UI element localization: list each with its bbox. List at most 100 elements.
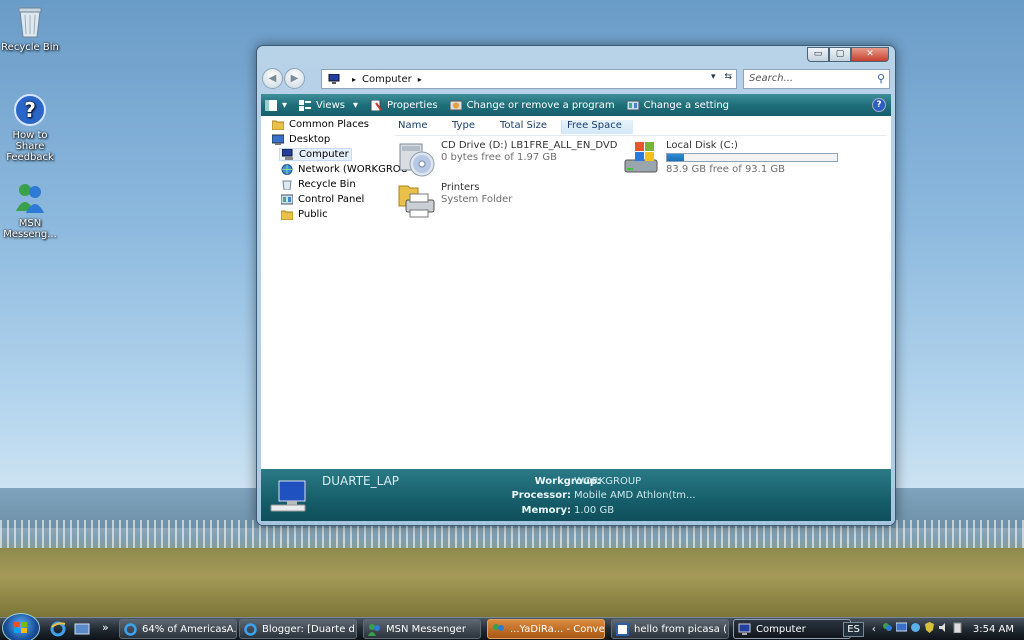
change-remove-program-button[interactable]: Change or remove a program <box>449 99 615 111</box>
organize-icon <box>265 99 277 111</box>
desktop-icon-recycle-bin[interactable]: Recycle Bin <box>0 4 60 53</box>
content-area: Common Places Desktop Computer Network (… <box>261 116 891 469</box>
taskbar-button-computer[interactable]: Computer <box>733 619 851 639</box>
list-item-local-disk[interactable]: Local Disk (C:) 83.9 GB free of 93.1 GB <box>623 140 838 178</box>
nav-item-computer[interactable]: Computer <box>279 148 352 161</box>
views-button[interactable]: Views ▾ <box>299 99 358 111</box>
battery-icon[interactable] <box>952 622 963 636</box>
taskbar-button-conversation[interactable]: ...YaDiRa... - Conve... <box>487 619 605 639</box>
change-remove-program-label: Change or remove a program <box>466 99 615 111</box>
taskbar-button-label: ...YaDiRa... - Conve... <box>510 623 605 635</box>
taskbar-button-label: 64% of AmericasA... <box>142 623 237 635</box>
ie-icon <box>124 622 137 636</box>
help-button[interactable]: ? <box>872 98 886 112</box>
start-button[interactable] <box>2 613 40 640</box>
search-placeholder: Search... <box>749 73 794 84</box>
change-setting-button[interactable]: Change a setting <box>626 100 729 111</box>
quicklaunch-chevron[interactable]: » <box>102 621 109 634</box>
desktop-icon-msn[interactable]: MSN Messeng... <box>0 180 60 240</box>
volume-icon[interactable] <box>938 622 949 636</box>
item-subtitle: 83.9 GB free of 93.1 GB <box>666 164 785 175</box>
column-header-free-space[interactable]: Free Space <box>561 120 633 134</box>
security-tray-icon[interactable] <box>924 622 935 636</box>
maximize-button[interactable]: ▢ <box>829 47 851 62</box>
views-icon <box>299 99 312 111</box>
local-disk-icon <box>623 140 661 178</box>
show-desktop-icon[interactable] <box>74 621 90 637</box>
desktop-icon <box>271 134 285 145</box>
cd-drive-icon <box>398 140 436 178</box>
svg-text:?: ? <box>24 98 36 122</box>
list-item-printers[interactable]: Printers System Folder <box>398 182 512 220</box>
taskbar-button-blogger[interactable]: Blogger: [Duarte d... <box>239 619 357 639</box>
explorer-window: ▭ ▢ ✕ ◀ ▶ ▸ Computer ▸ ▾ ⇆ Search... ⚲ ▾ <box>256 45 896 526</box>
navigation-bar: ◀ ▶ ▸ Computer ▸ ▾ ⇆ Search... ⚲ <box>262 68 890 90</box>
system-tray: ES ‹ 3:54 AM <box>843 619 1024 639</box>
close-button[interactable]: ✕ <box>851 47 889 62</box>
taskbar-button-americas[interactable]: 64% of AmericasA... <box>119 619 237 639</box>
workgroup-value: WORKGROUP <box>574 476 642 487</box>
computer-icon <box>269 477 311 518</box>
ie-quicklaunch-icon[interactable] <box>50 621 66 637</box>
language-indicator[interactable]: ES <box>843 621 864 637</box>
breadcrumb-separator[interactable]: ▸ <box>418 75 422 84</box>
column-divider <box>395 135 887 136</box>
breadcrumb-separator[interactable]: ▸ <box>352 75 356 84</box>
taskbar: » 64% of AmericasA... Blogger: [Duarte d… <box>0 613 1024 640</box>
picasa-icon <box>616 622 629 636</box>
column-header-total-size[interactable]: Total Size <box>500 120 547 134</box>
properties-icon <box>370 99 382 111</box>
folder-icon <box>280 209 294 221</box>
nav-item-public[interactable]: Public <box>280 209 328 221</box>
nav-item-common-places[interactable]: Common Places <box>271 119 369 131</box>
nav-item-desktop[interactable]: Desktop <box>271 134 331 145</box>
show-hidden-icons-arrow[interactable]: ‹ <box>872 624 876 635</box>
nav-item-label: Desktop <box>289 134 331 145</box>
search-icon[interactable]: ⚲ <box>877 72 885 85</box>
views-label: Views <box>316 99 345 111</box>
address-dropdown-button[interactable]: ▾ <box>711 72 716 82</box>
msn-conversation-icon <box>492 623 505 636</box>
nav-item-label: Network (WORKGROU <box>298 164 408 175</box>
taskbar-button-label: MSN Messenger <box>386 623 466 635</box>
desktop-icon-label: Recycle Bin <box>1 42 59 53</box>
nav-item-recycle-bin[interactable]: Recycle Bin <box>281 179 356 191</box>
msn-tray-icon[interactable] <box>882 622 893 636</box>
caption-buttons: ▭ ▢ ✕ <box>807 47 889 62</box>
taskbar-button-label: Computer <box>756 623 806 635</box>
refresh-button[interactable]: ⇆ <box>724 72 732 82</box>
address-bar[interactable]: ▸ Computer ▸ ▾ ⇆ <box>321 69 737 89</box>
control-panel-icon <box>626 100 640 111</box>
nav-item-network[interactable]: Network (WORKGROU <box>281 164 408 175</box>
nav-item-label: Recycle Bin <box>298 179 356 190</box>
forward-button[interactable]: ▶ <box>284 68 305 89</box>
msn-messenger-icon <box>368 623 381 636</box>
list-item-cd-drive[interactable]: CD Drive (D:) LB1FRE_ALL_EN_DVD 0 bytes … <box>398 140 617 178</box>
desktop-icon-feedback[interactable]: ? How to Share Feedback <box>0 92 60 163</box>
column-header-type[interactable]: Type <box>452 120 475 134</box>
minimize-button[interactable]: ▭ <box>807 47 829 62</box>
taskbar-button-picasa[interactable]: hello from picasa (... <box>611 619 729 639</box>
nav-item-control-panel[interactable]: Control Panel <box>280 194 365 205</box>
update-tray-icon[interactable] <box>910 622 921 636</box>
clock[interactable]: 3:54 AM <box>973 624 1014 635</box>
organize-button[interactable]: ▾ <box>265 99 287 111</box>
memory-value: 1.00 GB <box>574 505 615 516</box>
taskbar-button-label: hello from picasa (... <box>634 623 729 635</box>
folder-icon <box>271 119 285 131</box>
back-button[interactable]: ◀ <box>262 68 283 89</box>
msn-messenger-icon <box>12 180 48 216</box>
network-tray-icon[interactable] <box>895 622 908 636</box>
wallpaper-grass <box>0 548 1024 618</box>
taskbar-button-msn[interactable]: MSN Messenger <box>363 619 481 639</box>
search-input[interactable]: Search... ⚲ <box>743 69 890 89</box>
properties-button[interactable]: Properties <box>370 99 438 111</box>
nav-item-label: Control Panel <box>298 194 365 205</box>
disk-usage-fill <box>667 154 684 161</box>
column-header-name[interactable]: Name <box>398 120 428 134</box>
processor-label: Processor: <box>511 490 571 501</box>
taskbar-button-label: Blogger: [Duarte d... <box>262 623 357 635</box>
item-name: Local Disk (C:) <box>666 140 738 151</box>
breadcrumb-computer[interactable]: Computer <box>362 74 412 85</box>
command-bar: ▾ Views ▾ Properties Change or remove a … <box>261 94 891 116</box>
